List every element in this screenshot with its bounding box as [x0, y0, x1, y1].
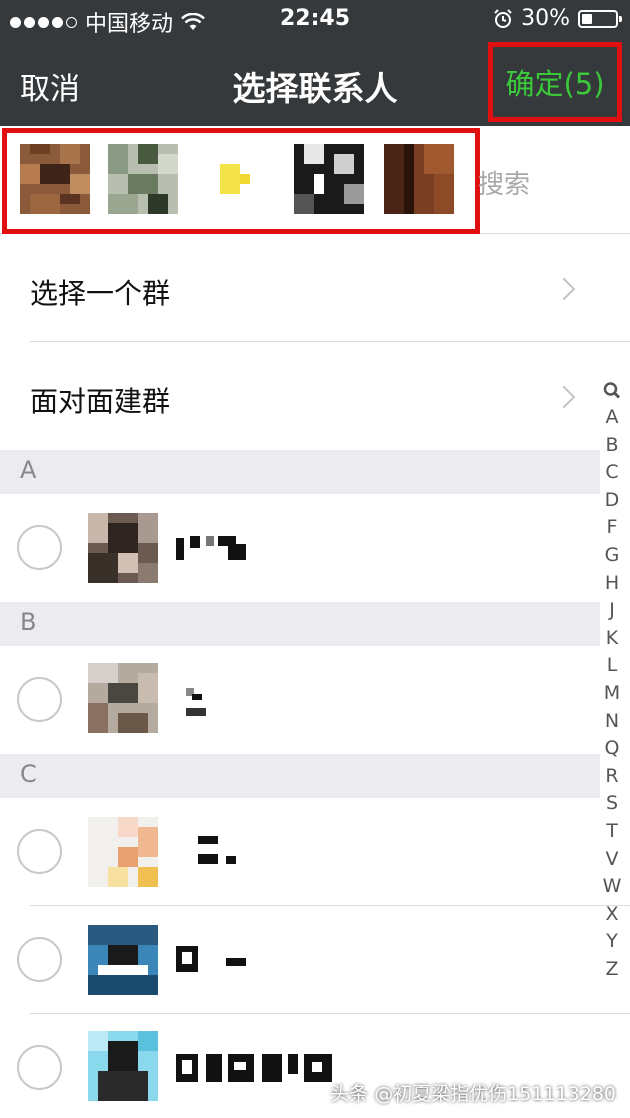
- index-letter-y[interactable]: Y: [606, 928, 618, 956]
- selected-contact-avatar[interactable]: [200, 144, 270, 214]
- battery-icon: [578, 9, 622, 28]
- screen: 中国移动 22:45 30% 取消 选择联系人 确定(5) 搜索 选择一个群 面…: [0, 0, 630, 1118]
- select-radio[interactable]: [17, 1045, 62, 1090]
- contact-avatar: [88, 1031, 158, 1101]
- selected-contact-avatar[interactable]: [20, 144, 90, 214]
- select-radio[interactable]: [17, 525, 62, 570]
- search-icon[interactable]: [603, 380, 621, 402]
- select-group-row[interactable]: 选择一个群: [0, 234, 630, 342]
- section-letter: B: [20, 608, 37, 636]
- select-radio[interactable]: [17, 829, 62, 874]
- confirm-button-label: 确定(5): [505, 67, 605, 101]
- contact-name-redacted: [186, 688, 206, 716]
- battery-percent: 30%: [521, 6, 570, 31]
- index-letter-t[interactable]: T: [606, 818, 618, 846]
- section-header-a: A: [0, 450, 600, 494]
- section-header-c: C: [0, 754, 600, 798]
- index-letter-v[interactable]: V: [606, 846, 619, 874]
- confirm-button[interactable]: 确定(5): [488, 42, 622, 122]
- section-letter: C: [20, 760, 37, 788]
- contact-name-redacted: [198, 836, 236, 864]
- contact-row[interactable]: [0, 906, 630, 1014]
- selected-contacts-strip: 搜索: [0, 126, 630, 234]
- index-letter-h[interactable]: H: [605, 570, 619, 598]
- alphabet-index[interactable]: ABCDFGHJKLMNQRSTVWXYZ: [600, 380, 624, 983]
- index-letter-j[interactable]: J: [609, 597, 615, 625]
- watermark: 头条 @初夏梁指优伤151113280: [330, 1083, 616, 1105]
- select-radio[interactable]: [17, 937, 62, 982]
- contact-name-redacted: [176, 536, 246, 560]
- contact-row[interactable]: [0, 798, 630, 906]
- index-letter-z[interactable]: Z: [605, 956, 618, 984]
- chevron-right-icon: [552, 277, 576, 301]
- index-letter-l[interactable]: L: [607, 652, 618, 680]
- chevron-right-icon: [552, 385, 576, 409]
- index-letter-c[interactable]: C: [605, 459, 618, 487]
- contact-avatar: [88, 925, 158, 995]
- index-letter-s[interactable]: S: [606, 790, 618, 818]
- index-letter-x[interactable]: X: [605, 901, 618, 929]
- contact-avatar: [88, 513, 158, 583]
- index-letter-k[interactable]: K: [606, 625, 618, 653]
- face-to-face-label: 面对面建群: [30, 385, 171, 418]
- index-letter-w[interactable]: W: [603, 873, 622, 901]
- contact-row[interactable]: [0, 494, 630, 602]
- contact-name-redacted: [176, 946, 246, 972]
- contact-name-redacted: [176, 1054, 332, 1082]
- contact-avatar: [88, 817, 158, 887]
- select-radio[interactable]: [17, 677, 62, 722]
- nav-bar: 取消 选择联系人 确定(5): [0, 40, 630, 126]
- index-letter-f[interactable]: F: [607, 514, 618, 542]
- index-letter-a[interactable]: A: [606, 404, 619, 432]
- index-letter-n[interactable]: N: [605, 708, 619, 736]
- search-input[interactable]: 搜索: [478, 164, 530, 201]
- index-letter-g[interactable]: G: [605, 542, 620, 570]
- contact-avatar: [88, 663, 158, 733]
- index-letter-m[interactable]: M: [604, 680, 620, 708]
- alarm-icon: [494, 8, 512, 28]
- section-header-b: B: [0, 602, 600, 646]
- status-right: 30%: [493, 6, 622, 31]
- select-group-label: 选择一个群: [30, 277, 171, 310]
- battery-fill: [582, 13, 592, 24]
- selected-contact-avatar[interactable]: [384, 144, 454, 214]
- index-letter-d[interactable]: D: [605, 487, 620, 515]
- index-letter-r[interactable]: R: [605, 763, 618, 791]
- section-letter: A: [20, 456, 37, 484]
- selected-contact-avatar[interactable]: [294, 144, 364, 214]
- contact-row[interactable]: [0, 646, 630, 754]
- status-bar: 中国移动 22:45 30%: [0, 0, 630, 40]
- selected-contact-avatar[interactable]: [108, 144, 178, 214]
- index-letter-q[interactable]: Q: [605, 735, 620, 763]
- index-letter-b[interactable]: B: [605, 432, 618, 460]
- face-to-face-group-row[interactable]: 面对面建群: [0, 342, 630, 450]
